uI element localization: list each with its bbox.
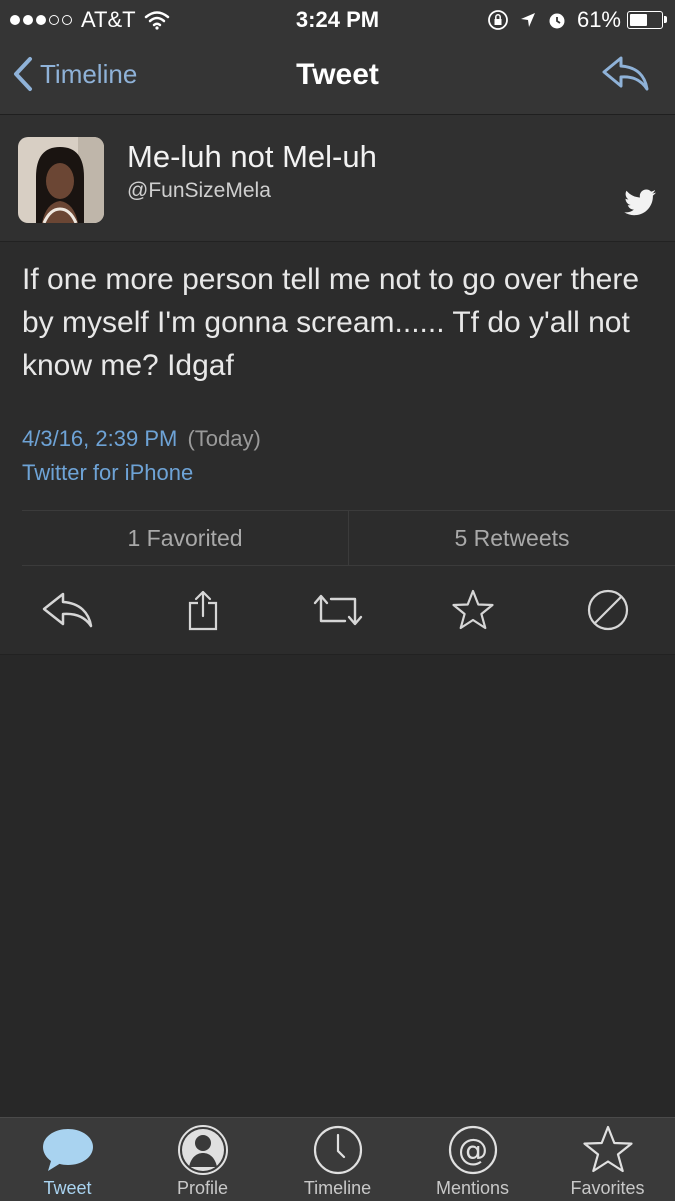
tab-profile[interactable]: Profile xyxy=(135,1118,270,1201)
tab-bar: Tweet Profile Timeline @ Mentions Favori… xyxy=(0,1117,675,1201)
person-icon xyxy=(177,1125,228,1175)
tab-mentions-icon-wrap: @ xyxy=(447,1122,499,1178)
location-arrow-icon xyxy=(520,13,535,27)
avatar[interactable] xyxy=(18,137,104,223)
tweet-meta: 4/3/16, 2:39 PM (Today) Twitter for iPho… xyxy=(22,422,261,490)
orientation-lock-icon xyxy=(488,10,508,30)
reply-button[interactable] xyxy=(601,54,651,99)
tab-favorites[interactable]: Favorites xyxy=(540,1118,675,1201)
at-sign-icon: @ xyxy=(448,1125,497,1175)
reply-action-button[interactable] xyxy=(33,580,103,640)
tweet-stats: 1 Favorited 5 Retweets xyxy=(22,510,675,566)
favorites-count[interactable]: 1 Favorited xyxy=(22,511,349,565)
author-name[interactable]: Me-luh not Mel-uh xyxy=(127,139,377,175)
reply-arrow-icon xyxy=(602,56,649,91)
tweet-source-link[interactable]: Twitter for iPhone xyxy=(22,456,261,490)
tweet-author-header: Me-luh not Mel-uh @FunSizeMela xyxy=(0,115,675,242)
retweet-action-button[interactable] xyxy=(303,580,373,640)
tab-favorites-icon-wrap xyxy=(582,1122,634,1178)
favorite-star-icon xyxy=(451,589,494,630)
star-icon xyxy=(582,1125,633,1173)
tab-mentions[interactable]: @ Mentions xyxy=(405,1118,540,1201)
tab-mentions-label: Mentions xyxy=(435,1178,510,1198)
avatar-image xyxy=(18,137,104,223)
status-bar: AT&T 3:24 PM 61% xyxy=(0,0,675,38)
favorite-action-button[interactable] xyxy=(438,580,508,640)
svg-text:@: @ xyxy=(458,1133,488,1168)
speech-bubble-icon xyxy=(42,1129,93,1171)
tab-timeline-icon-wrap xyxy=(312,1122,364,1178)
share-icon xyxy=(188,590,217,631)
navigation-bar: Timeline Tweet xyxy=(0,38,675,115)
stats-padding xyxy=(0,510,22,566)
retweet-icon xyxy=(313,594,362,626)
battery-icon xyxy=(627,11,667,29)
twitter-bird-icon xyxy=(624,189,656,216)
tweet-body: If one more person tell me not to go ove… xyxy=(0,242,675,510)
tweet-actions xyxy=(0,566,675,655)
share-action-button[interactable] xyxy=(168,580,238,640)
tab-profile-label: Profile xyxy=(176,1178,229,1198)
tab-tweet-icon-wrap xyxy=(40,1122,96,1178)
tab-timeline[interactable]: Timeline xyxy=(270,1118,405,1201)
alarm-icon xyxy=(549,13,565,29)
page-title: Tweet xyxy=(296,58,379,91)
tab-tweet-label: Tweet xyxy=(43,1178,92,1198)
tab-profile-icon-wrap xyxy=(177,1122,229,1178)
author-handle[interactable]: @FunSizeMela xyxy=(127,179,271,203)
battery-percent: 61% xyxy=(576,7,621,32)
tab-favorites-label: Favorites xyxy=(570,1178,645,1198)
tweet-relative-date: (Today) xyxy=(187,426,261,451)
tweet-text: If one more person tell me not to go ove… xyxy=(22,263,640,382)
reply-icon xyxy=(42,592,92,628)
status-right: 61% xyxy=(487,7,667,33)
tweet-timestamp[interactable]: 4/3/16, 2:39 PM xyxy=(22,426,177,451)
clock-icon xyxy=(313,1125,362,1175)
tab-timeline-label: Timeline xyxy=(303,1178,372,1198)
tab-tweet[interactable]: Tweet xyxy=(0,1118,135,1201)
retweets-count[interactable]: 5 Retweets xyxy=(349,511,675,565)
block-icon xyxy=(587,589,628,631)
block-action-button[interactable] xyxy=(573,580,643,640)
